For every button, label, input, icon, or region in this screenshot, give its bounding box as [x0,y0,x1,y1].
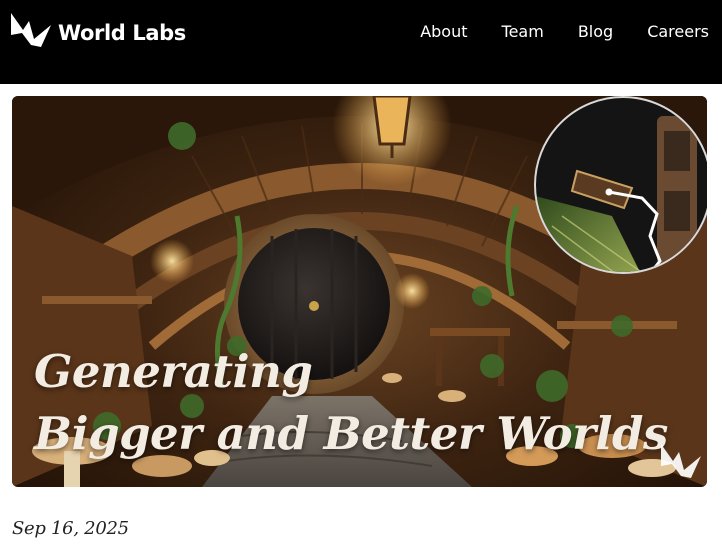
post-date: Sep 16, 2025 [12,518,129,539]
main-nav: About Team Blog Careers [386,22,709,42]
hero-banner[interactable]: Generating Bigger and Better Worlds [12,96,707,487]
hero-title-line-2: Bigger and Better Worlds [34,407,668,460]
world-labs-logo-icon [661,444,701,478]
nav-link-about[interactable]: About [420,22,467,42]
world-labs-logo-icon [11,13,51,47]
hero-title: Generating Bigger and Better Worlds [34,341,668,465]
site-header: World Labs About Team Blog Careers [0,0,722,84]
hero-title-line-1: Generating [34,345,313,398]
site-name: World Labs [58,21,186,45]
nav-link-careers[interactable]: Careers [647,22,709,42]
nav-link-blog[interactable]: Blog [578,22,613,42]
home-logo-link[interactable]: World Labs [10,11,186,47]
nav-link-team[interactable]: Team [502,22,544,42]
